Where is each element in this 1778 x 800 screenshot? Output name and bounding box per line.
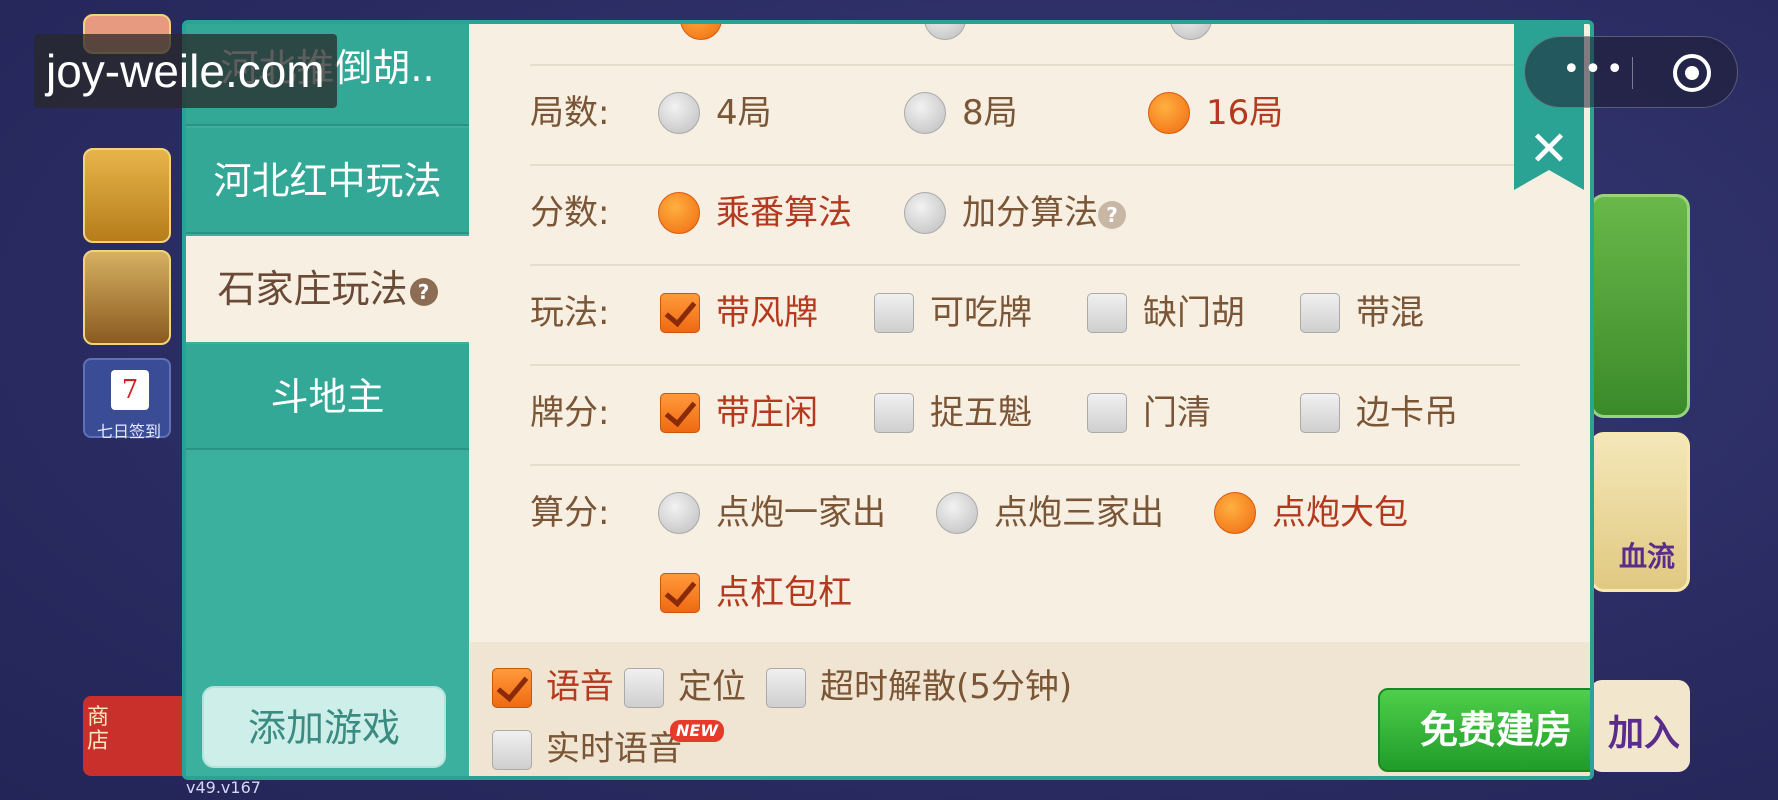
shop-button[interactable]: 商店 [83,656,193,776]
option-chi[interactable]: 可吃牌 [930,290,1032,336]
tab-label: 石家庄玩法 [217,267,408,311]
radio-button[interactable] [1170,24,1212,40]
radio-button[interactable] [924,24,966,40]
join-label: 加入 [1607,713,1680,754]
option-voice[interactable]: 语音 [546,664,614,710]
background-left-column: 7 七日签到 商店 [80,0,193,800]
option-dianpao-three[interactable]: 点炮三家出 [994,490,1164,536]
checkbox-zhuowukui[interactable] [874,393,914,433]
capsule-divider [1632,57,1633,89]
rounds-label: 局数: [530,93,610,133]
option-multiply-score[interactable]: 乘番算法 [716,190,852,236]
radio-dianpao-three[interactable] [936,492,978,534]
radio-dianpao-one[interactable] [658,492,700,534]
option-16-rounds[interactable]: 16局 [1206,90,1283,136]
option-daihun[interactable]: 带混 [1356,290,1424,336]
checkin-label: 七日签到 [96,422,161,441]
play-row: 玩法: 带风牌 可吃牌 缺门胡 带混 [530,290,1520,340]
option-realtime-voice[interactable]: 实时语音 [546,726,682,772]
close-icon: ✕ [1528,121,1570,177]
background-xueliu-card[interactable]: 血流 [1590,432,1690,592]
radio-multiply-score[interactable] [658,192,700,234]
tab-doudizhu[interactable]: 斗地主 [186,344,469,450]
checkbox-diangang[interactable] [660,573,700,613]
miniprogram-capsule: ••• [1524,36,1738,108]
rounds-row: 局数: 4局 8局 16局 [530,90,1520,140]
create-room-button[interactable]: 免费建房 [1378,688,1590,772]
tile-score-row: 牌分: 带庄闲 捉五魁 门清 边卡吊 [530,390,1520,440]
join-room-button[interactable]: 加入 [1590,680,1690,772]
xueliu-label: 血流 [1618,540,1675,573]
checkbox-realtime-voice[interactable] [492,730,532,770]
radio-4-rounds[interactable] [658,92,700,134]
radio-16-rounds[interactable] [1148,92,1190,134]
help-icon[interactable]: ? [1098,200,1126,229]
game-sidebar: 河北推倒胡.. 河北红中玩法 石家庄玩法? 斗地主 添加游戏 [186,24,469,776]
option-diangang[interactable]: 点杠包杠 [716,570,852,616]
score-label: 分数: [530,193,610,233]
divider [530,264,1520,266]
tile-score-label: 牌分: [530,393,610,433]
checkbox-zhuangxian[interactable] [660,393,700,433]
tab-label: 河北红中玩法 [213,159,442,203]
option-menqing[interactable]: 门清 [1143,390,1211,436]
play-label: 玩法: [530,293,610,333]
option-dianpao-dabao[interactable]: 点炮大包 [1272,490,1408,536]
version-text: v49.v167 [186,778,261,797]
tab-label: 斗地主 [270,375,385,419]
checkbox-quemen[interactable] [1087,293,1127,333]
more-dots-icon[interactable]: ••• [1555,55,1635,91]
radio-dianpao-dabao[interactable] [1214,492,1256,534]
option-add-score[interactable]: 加分算法? [962,190,1126,236]
shop-label: 商店 [87,705,110,754]
option-timeout[interactable]: 超时解散(5分钟) [820,664,1072,710]
checkbox-biankadiao[interactable] [1300,393,1340,433]
checkbox-voice[interactable] [492,668,532,708]
option-location[interactable]: 定位 [678,664,746,710]
score-row: 分数: 乘番算法 加分算法? [530,190,1520,240]
checkbox-chi[interactable] [874,293,914,333]
create-room-dialog: 河北推倒胡.. 河北红中玩法 石家庄玩法? 斗地主 添加游戏 局数: 4局 8局… [182,20,1594,780]
divider [530,164,1520,166]
option-4-rounds[interactable]: 4局 [716,90,772,136]
new-badge: NEW [670,720,724,742]
option-zhuangxian[interactable]: 带庄闲 [716,390,818,436]
radio-button[interactable] [680,24,722,40]
checkin-calendar-button[interactable]: 7 七日签到 [83,358,171,441]
option-8-rounds[interactable]: 8局 [962,90,1018,136]
bottom-options-bar: 语音 定位 超时解散(5分钟) 实时语音 NEW 免费建房 [470,642,1590,776]
option-quemen[interactable]: 缺门胡 [1143,290,1245,336]
divider [530,364,1520,366]
checkbox-menqing[interactable] [1087,393,1127,433]
radio-add-score[interactable] [904,192,946,234]
option-biankadiao[interactable]: 边卡吊 [1356,390,1458,436]
background-gift-tile[interactable] [83,250,171,345]
checkbox-daihun[interactable] [1300,293,1340,333]
tab-shijiazhuang[interactable]: 石家庄玩法? [186,236,469,342]
tab-hebei-hongzhong[interactable]: 河北红中玩法 [186,128,469,234]
option-dianpao-one[interactable]: 点炮一家出 [716,490,886,536]
checkbox-timeout[interactable] [766,668,806,708]
background-month-tile[interactable] [83,148,171,243]
calendar-icon: 7 [111,370,149,410]
add-game-button[interactable]: 添加游戏 [202,686,446,768]
checkbox-wind-tiles[interactable] [660,293,700,333]
calc-label: 算分: [530,493,610,533]
help-icon[interactable]: ? [409,277,438,306]
target-icon[interactable] [1673,54,1711,92]
checkbox-location[interactable] [624,668,664,708]
calc-row: 算分: 点炮一家出 点炮三家出 点炮大包 点杠包杠 [530,490,1520,620]
option-wind-tiles[interactable]: 带风牌 [716,290,818,336]
option-add-score-label: 加分算法 [962,193,1098,233]
divider [530,64,1520,66]
rules-panel: 局数: 4局 8局 16局 分数: 乘番算法 加分算法? 玩法: 带风牌 可吃牌… [470,24,1534,640]
option-zhuowukui[interactable]: 捉五魁 [930,390,1032,436]
divider [530,464,1520,466]
watermark: joy-weile.com [34,34,337,108]
radio-8-rounds[interactable] [904,92,946,134]
background-game-card[interactable] [1590,194,1690,418]
